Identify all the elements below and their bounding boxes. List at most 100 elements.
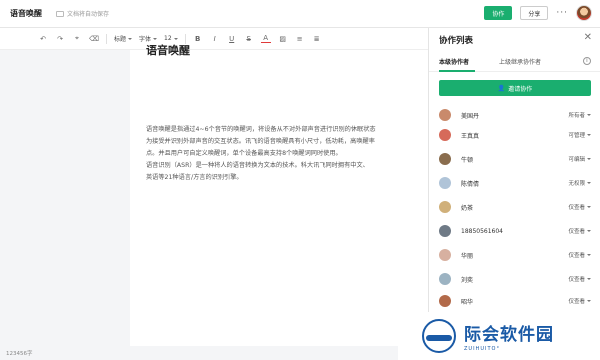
- close-icon[interactable]: ✕: [584, 33, 592, 43]
- format-toolbar: ↶ ↷ ⌖ ⌫ 标题 字体 12 B I U S A ▨ ≡ ≣: [0, 28, 428, 50]
- member-name: 华丽: [461, 252, 474, 260]
- invite-button-label: 邀请协作: [508, 85, 533, 93]
- font-size-value: 12: [164, 35, 172, 42]
- add-user-icon: 👤: [497, 84, 506, 92]
- more-icon[interactable]: ···: [556, 8, 568, 18]
- role-select[interactable]: 仅查看: [568, 297, 591, 305]
- toolbar-divider: [106, 33, 107, 44]
- chevron-down-icon: [587, 206, 591, 208]
- member-name: 刘奕: [461, 276, 474, 284]
- role-select[interactable]: 可管理: [568, 131, 591, 139]
- role-select[interactable]: 仅查看: [568, 275, 591, 283]
- font-size-select[interactable]: 12: [164, 35, 178, 42]
- watermark-text: 际会软件园 ZUIHUITO°: [464, 320, 554, 352]
- document-page[interactable]: [130, 50, 430, 346]
- member-role: 仅查看: [568, 229, 585, 235]
- top-actions: 协作 分享 ···: [484, 5, 592, 21]
- user-avatar[interactable]: [576, 5, 592, 21]
- italic-icon[interactable]: I: [210, 35, 220, 43]
- chevron-down-icon: [587, 278, 591, 280]
- avatar: [439, 109, 451, 121]
- top-bar: 语音唤醒 文档将自动保存 协作 分享 ···: [0, 0, 600, 28]
- chevron-down-icon: [587, 300, 591, 302]
- invite-button[interactable]: 👤 邀请协作: [439, 80, 591, 96]
- undo-icon[interactable]: ↶: [38, 35, 48, 43]
- watermark-logo-icon: [422, 319, 456, 353]
- chevron-down-icon: [587, 182, 591, 184]
- tab-current-collaborators[interactable]: 本级协作者: [439, 57, 469, 66]
- avatar: [439, 201, 451, 213]
- member-row: 昭华 仅查看: [439, 292, 591, 310]
- word-count: 123456字: [6, 351, 33, 357]
- member-name: 牛顿: [461, 156, 474, 164]
- member-role: 可编辑: [568, 157, 585, 163]
- format-painter-icon[interactable]: ⌖: [72, 34, 82, 43]
- role-select[interactable]: 仅查看: [568, 227, 591, 235]
- role-select[interactable]: 仅查看: [568, 251, 591, 259]
- highlight-icon[interactable]: ▨: [278, 35, 288, 43]
- status-bar: 123456字: [0, 346, 428, 360]
- watermark: 际会软件园 ZUIHUITO°: [398, 312, 600, 360]
- chevron-down-icon: [587, 254, 591, 256]
- member-name: 陈倩倩: [461, 180, 480, 188]
- role-select[interactable]: 无权限: [568, 179, 591, 187]
- avatar: [439, 177, 451, 189]
- member-role: 仅查看: [568, 299, 585, 305]
- paragraph-line[interactable]: 点。并且用户可自定义唤醒词，单个设备最高支持8个唤醒词同时使用。: [146, 148, 436, 160]
- heading-select-label: 标题: [114, 36, 127, 43]
- member-row: 陈倩倩 无权限: [439, 174, 591, 192]
- member-row: 奶茶 仅查看: [439, 198, 591, 216]
- member-name: 昭华: [461, 298, 474, 306]
- document-heading[interactable]: 语音唤醒: [146, 42, 190, 58]
- list-icon[interactable]: ≡: [295, 35, 305, 43]
- member-row: 华丽 仅查看: [439, 246, 591, 264]
- bold-icon[interactable]: B: [193, 35, 203, 43]
- heading-select[interactable]: 标题: [114, 34, 133, 43]
- member-name: 奶茶: [461, 204, 474, 212]
- document-icon: [56, 10, 64, 17]
- align-icon[interactable]: ≣: [312, 35, 322, 43]
- clear-format-icon[interactable]: ⌫: [89, 35, 99, 43]
- member-row: 牛顿 可编辑: [439, 150, 591, 168]
- active-tab-indicator: [439, 70, 475, 72]
- role-select[interactable]: 仅查看: [568, 203, 591, 211]
- tab-inherited-collaborators[interactable]: 上级继承协作者: [499, 57, 541, 66]
- avatar: [439, 249, 451, 261]
- chevron-down-icon: [587, 230, 591, 232]
- autosave-text: 文档将自动保存: [67, 11, 110, 18]
- member-row: 美国丹 所有者: [439, 106, 591, 124]
- member-row: 王真真 可管理: [439, 126, 591, 144]
- chevron-down-icon: [173, 37, 178, 40]
- member-name: 王真真: [461, 132, 480, 140]
- share-button[interactable]: 分享: [520, 6, 549, 20]
- member-name: 美国丹: [461, 112, 480, 120]
- strikethrough-icon[interactable]: S: [244, 35, 254, 43]
- chevron-down-icon: [587, 158, 591, 160]
- collab-button[interactable]: 协作: [484, 6, 513, 20]
- underline-icon[interactable]: U: [227, 35, 237, 43]
- role-select[interactable]: 所有者: [568, 111, 591, 119]
- member-row: 刘奕 仅查看: [439, 270, 591, 288]
- member-role: 仅查看: [568, 253, 585, 259]
- panel-tabs: 本级协作者 上级继承协作者 i: [429, 54, 600, 72]
- avatar: [439, 225, 451, 237]
- panel-title: 协作列表: [439, 36, 474, 46]
- font-color-icon[interactable]: A: [260, 34, 271, 43]
- chevron-down-icon: [128, 37, 133, 40]
- info-icon[interactable]: i: [583, 57, 591, 65]
- paragraph-line[interactable]: 为接受并识别外部声音的交互状态。讯飞的语音唤醒具有小尺寸，低功耗，高唤醒率: [146, 136, 436, 148]
- paragraph-line[interactable]: 语音识别（ASR）是一种将人的语音转换为文本的技术。科大讯飞同时拥有中文、: [146, 160, 436, 172]
- role-select[interactable]: 可编辑: [568, 155, 591, 163]
- member-role: 无权限: [568, 181, 585, 187]
- paragraph-line[interactable]: 语音唤醒是指通过4~6个音节的唤醒词，将设备从不对外部声音进行识别的休眠状态: [146, 124, 436, 136]
- member-row: 18850561604 仅查看: [439, 222, 591, 240]
- member-role: 所有者: [568, 113, 585, 119]
- autosave-status: 文档将自动保存: [56, 9, 109, 18]
- chevron-down-icon: [587, 134, 591, 136]
- avatar: [439, 273, 451, 285]
- paragraph-line[interactable]: 英语等21种语言/方言的识别引擎。: [146, 172, 436, 184]
- avatar: [439, 295, 451, 307]
- redo-icon[interactable]: ↷: [55, 35, 65, 43]
- chevron-down-icon: [153, 37, 158, 40]
- avatar: [439, 153, 451, 165]
